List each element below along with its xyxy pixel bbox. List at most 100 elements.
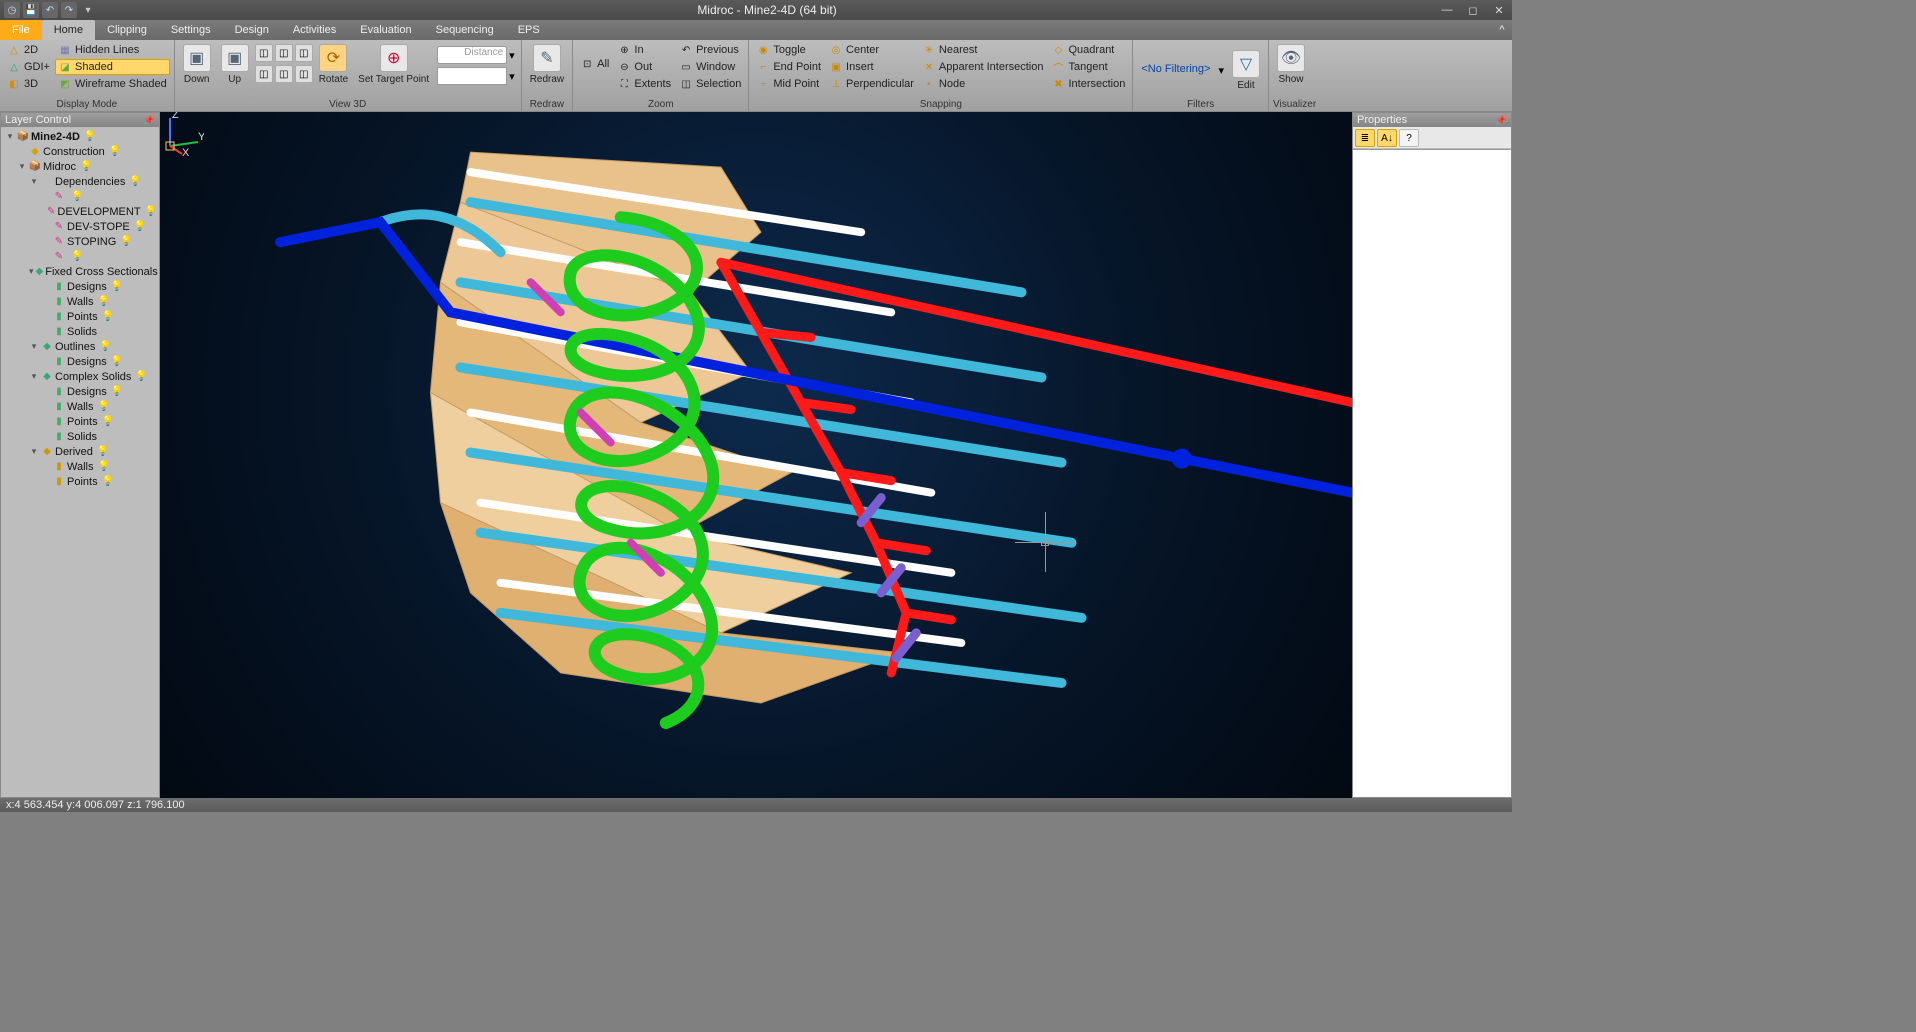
expand-icon[interactable]: ▾ xyxy=(5,131,15,142)
expand-icon[interactable]: ▾ xyxy=(17,161,27,172)
snap-endpoint-button[interactable]: ⌐End Point xyxy=(753,59,824,75)
ribbon-collapse-icon[interactable]: ^ xyxy=(1492,20,1512,40)
tab-settings[interactable]: Settings xyxy=(159,20,223,40)
file-tab[interactable]: File xyxy=(0,20,42,40)
pin-icon[interactable]: 📌 xyxy=(144,115,155,126)
tree-node[interactable]: ◆Construction💡 xyxy=(1,144,159,159)
iso-icon[interactable]: ◫ xyxy=(275,44,293,62)
minimize-button[interactable]: — xyxy=(1434,1,1460,19)
tree-node[interactable]: ▾◆Complex Solids💡 xyxy=(1,369,159,384)
panel-header[interactable]: Properties📌 xyxy=(1353,113,1511,127)
tab-home[interactable]: Home xyxy=(42,20,95,40)
snap-insert-button[interactable]: ▣Insert xyxy=(826,59,917,75)
set-target-point-button[interactable]: ⊕Set Target Point xyxy=(354,42,433,87)
visibility-bulb-icon[interactable]: 💡 xyxy=(102,311,114,322)
zoom-extents-button[interactable]: ⛶Extents xyxy=(614,76,674,92)
layer-tree[interactable]: ▾📦Mine2-4D💡◆Construction💡▾📦Midroc💡▾Depen… xyxy=(1,127,159,797)
chevron-down-icon[interactable]: ▾ xyxy=(1216,64,1226,77)
expand-icon[interactable]: ▾ xyxy=(29,176,39,187)
snap-center-button[interactable]: ◎Center xyxy=(826,42,917,58)
zoom-selection-button[interactable]: ◫Selection xyxy=(676,76,744,92)
hidden-lines-button[interactable]: ▦Hidden Lines xyxy=(55,42,170,58)
distance-combo[interactable]: Distance xyxy=(437,46,507,64)
zoom-window-button[interactable]: ▭Window xyxy=(676,59,744,75)
tree-node[interactable]: ▮Designs💡 xyxy=(1,354,159,369)
visibility-bulb-icon[interactable]: 💡 xyxy=(97,296,109,307)
zoom-previous-button[interactable]: ↶Previous xyxy=(676,42,744,58)
zoom-in-button[interactable]: ⊕In xyxy=(614,42,674,58)
sort-button[interactable]: A↓ xyxy=(1377,129,1397,147)
visibility-bulb-icon[interactable]: 💡 xyxy=(97,461,109,472)
visibility-bulb-icon[interactable]: 💡 xyxy=(71,251,83,262)
iso-icon[interactable]: ◫ xyxy=(295,44,313,62)
iso-icon[interactable]: ◫ xyxy=(255,65,273,83)
tab-sequencing[interactable]: Sequencing xyxy=(424,20,506,40)
visibility-bulb-icon[interactable]: 💡 xyxy=(80,161,92,172)
tab-activities[interactable]: Activities xyxy=(281,20,348,40)
expand-icon[interactable]: ▾ xyxy=(29,371,39,382)
visibility-bulb-icon[interactable]: 💡 xyxy=(109,146,121,157)
tree-node[interactable]: ▮Designs💡 xyxy=(1,279,159,294)
snap-midpoint-button[interactable]: ÷Mid Point xyxy=(753,76,824,92)
tab-design[interactable]: Design xyxy=(223,20,281,40)
tree-node[interactable]: ▾◆Fixed Cross Sectionals💡 xyxy=(1,264,159,279)
iso-icon[interactable]: ◫ xyxy=(275,65,293,83)
tree-node[interactable]: ▮Walls💡 xyxy=(1,294,159,309)
app-icon[interactable]: ◷ xyxy=(4,2,20,18)
visibility-bulb-icon[interactable]: 💡 xyxy=(134,221,146,232)
tree-node[interactable]: ✎DEVELOPMENT💡 xyxy=(1,204,159,219)
shaded-button[interactable]: ◪Shaded xyxy=(55,59,170,75)
zoom-all-button[interactable]: ⊡All xyxy=(577,56,612,72)
expand-icon[interactable]: ▾ xyxy=(29,341,39,352)
visibility-bulb-icon[interactable]: 💡 xyxy=(97,446,109,457)
display-2d-button[interactable]: △2D xyxy=(4,42,53,58)
tree-node[interactable]: ✎💡 xyxy=(1,249,159,264)
tree-node[interactable]: ▾📦Midroc💡 xyxy=(1,159,159,174)
visibility-bulb-icon[interactable]: 💡 xyxy=(71,191,83,202)
wireframe-shaded-button[interactable]: ◩Wireframe Shaded xyxy=(55,76,170,92)
snap-node-button[interactable]: •Node xyxy=(919,76,1047,92)
display-3d-button[interactable]: ◧3D xyxy=(4,76,53,92)
qat-redo-icon[interactable]: ↷ xyxy=(61,2,77,18)
visibility-bulb-icon[interactable]: 💡 xyxy=(129,176,141,187)
snap-intersection-button[interactable]: ✖Intersection xyxy=(1049,76,1129,92)
view-down-button[interactable]: ▣Down xyxy=(179,42,215,87)
snap-perpendicular-button[interactable]: ⊥Perpendicular xyxy=(826,76,917,92)
tree-node[interactable]: ▾Dependencies💡 xyxy=(1,174,159,189)
qat-undo-icon[interactable]: ↶ xyxy=(42,2,58,18)
viewport-3d[interactable]: Z Y X xyxy=(160,112,1352,798)
qat-customize-icon[interactable]: ▾ xyxy=(80,2,96,18)
close-button[interactable]: ✕ xyxy=(1486,1,1512,19)
visibility-bulb-icon[interactable]: 💡 xyxy=(102,476,114,487)
redraw-button[interactable]: ✎Redraw xyxy=(526,42,568,87)
tree-node[interactable]: ✎💡 xyxy=(1,189,159,204)
rotate-button[interactable]: ⟳Rotate xyxy=(315,42,352,87)
rotate-step-combo[interactable] xyxy=(437,67,507,85)
zoom-out-button[interactable]: ⊖Out xyxy=(614,59,674,75)
snap-quadrant-button[interactable]: ◇Quadrant xyxy=(1049,42,1129,58)
tab-eps[interactable]: EPS xyxy=(506,20,552,40)
visibility-bulb-icon[interactable]: 💡 xyxy=(111,356,123,367)
tree-node[interactable]: ▮Walls💡 xyxy=(1,399,159,414)
panel-header[interactable]: Layer Control📌 xyxy=(1,113,159,127)
tree-node[interactable]: ▮Points💡 xyxy=(1,474,159,489)
view-up-button[interactable]: ▣Up xyxy=(217,42,253,87)
visibility-bulb-icon[interactable]: 💡 xyxy=(102,416,114,427)
visibility-bulb-icon[interactable]: 💡 xyxy=(97,401,109,412)
visibility-bulb-icon[interactable]: 💡 xyxy=(145,206,157,217)
tree-node[interactable]: ✎DEV-STOPE💡 xyxy=(1,219,159,234)
iso-icon[interactable]: ◫ xyxy=(295,65,313,83)
visibility-bulb-icon[interactable]: 💡 xyxy=(111,281,123,292)
tree-node[interactable]: ▾◆Derived💡 xyxy=(1,444,159,459)
visibility-bulb-icon[interactable]: 💡 xyxy=(84,131,96,142)
display-gdiplus-button[interactable]: △GDI+ xyxy=(4,59,53,75)
visibility-bulb-icon[interactable]: 💡 xyxy=(99,341,111,352)
tree-node[interactable]: ▮Walls💡 xyxy=(1,459,159,474)
iso-icon[interactable]: ◫ xyxy=(255,44,273,62)
tree-node[interactable]: ▾◆Outlines💡 xyxy=(1,339,159,354)
tree-node[interactable]: ▮Solids xyxy=(1,429,159,444)
categorize-button[interactable]: ≣ xyxy=(1355,129,1375,147)
chevron-down-icon[interactable]: ▾ xyxy=(509,49,515,62)
chevron-down-icon[interactable]: ▾ xyxy=(509,70,515,83)
visualizer-show-button[interactable]: 👁Show xyxy=(1273,42,1309,87)
